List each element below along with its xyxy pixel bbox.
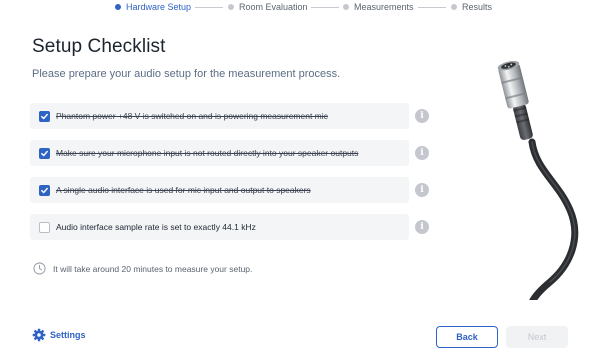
back-button[interactable]: Back [436, 326, 498, 348]
checkbox[interactable] [39, 147, 50, 159]
step-room-evaluation: Room Evaluation [228, 2, 308, 12]
step-results: Results [451, 2, 492, 12]
step-measurements: Measurements [343, 2, 414, 12]
step-hardware-setup: Hardware Setup [115, 2, 191, 12]
checkbox[interactable] [39, 221, 50, 233]
time-estimate: It will take around 20 minutes to measur… [33, 262, 252, 275]
info-icon[interactable]: i [415, 220, 429, 234]
check-icon [41, 150, 48, 156]
setup-checklist: Phantom power +48 V is switched on and i… [30, 103, 440, 251]
step-label: Room Evaluation [239, 2, 308, 12]
info-icon[interactable]: i [415, 109, 429, 123]
page-title: Setup Checklist [32, 36, 166, 57]
settings-link[interactable]: Settings [32, 328, 86, 342]
page-subtitle: Please prepare your audio setup for the … [32, 68, 341, 80]
checklist-item-single-interface[interactable]: A single audio interface is used for mic… [30, 177, 440, 203]
progress-stepper: Hardware Setup Room Evaluation Measureme… [0, 0, 600, 14]
checklist-item-label: Phantom power +48 V is switched on and i… [56, 111, 328, 121]
step-connector [195, 7, 223, 8]
checklist-item-label: Make sure your microphone input is not r… [56, 148, 359, 158]
checkbox[interactable] [39, 110, 50, 122]
next-button[interactable]: Next [506, 326, 568, 348]
gear-icon [32, 328, 46, 342]
checklist-item-phantom-power[interactable]: Phantom power +48 V is switched on and i… [30, 103, 440, 129]
clock-icon [33, 262, 46, 275]
checkbox[interactable] [39, 184, 50, 196]
xlr-cable-illustration [497, 60, 579, 300]
step-connector [418, 7, 446, 8]
step-dot [343, 4, 349, 10]
step-dot [228, 4, 234, 10]
step-dot [451, 4, 457, 10]
step-dot-active [115, 4, 121, 10]
step-label: Measurements [354, 2, 414, 12]
info-icon[interactable]: i [415, 183, 429, 197]
settings-label: Settings [50, 330, 86, 340]
time-estimate-text: It will take around 20 minutes to measur… [53, 263, 253, 274]
step-connector [311, 7, 339, 8]
checklist-item-sample-rate[interactable]: Audio interface sample rate is set to ex… [30, 214, 440, 240]
step-label: Results [462, 2, 493, 12]
checklist-item-label: A single audio interface is used for mic… [56, 185, 311, 195]
checklist-item-label: Audio interface sample rate is set to ex… [56, 222, 256, 232]
step-label: Hardware Setup [126, 2, 192, 12]
check-icon [41, 113, 48, 119]
check-icon [41, 187, 48, 193]
info-icon[interactable]: i [415, 146, 429, 160]
checklist-item-mic-routing[interactable]: Make sure your microphone input is not r… [30, 140, 440, 166]
